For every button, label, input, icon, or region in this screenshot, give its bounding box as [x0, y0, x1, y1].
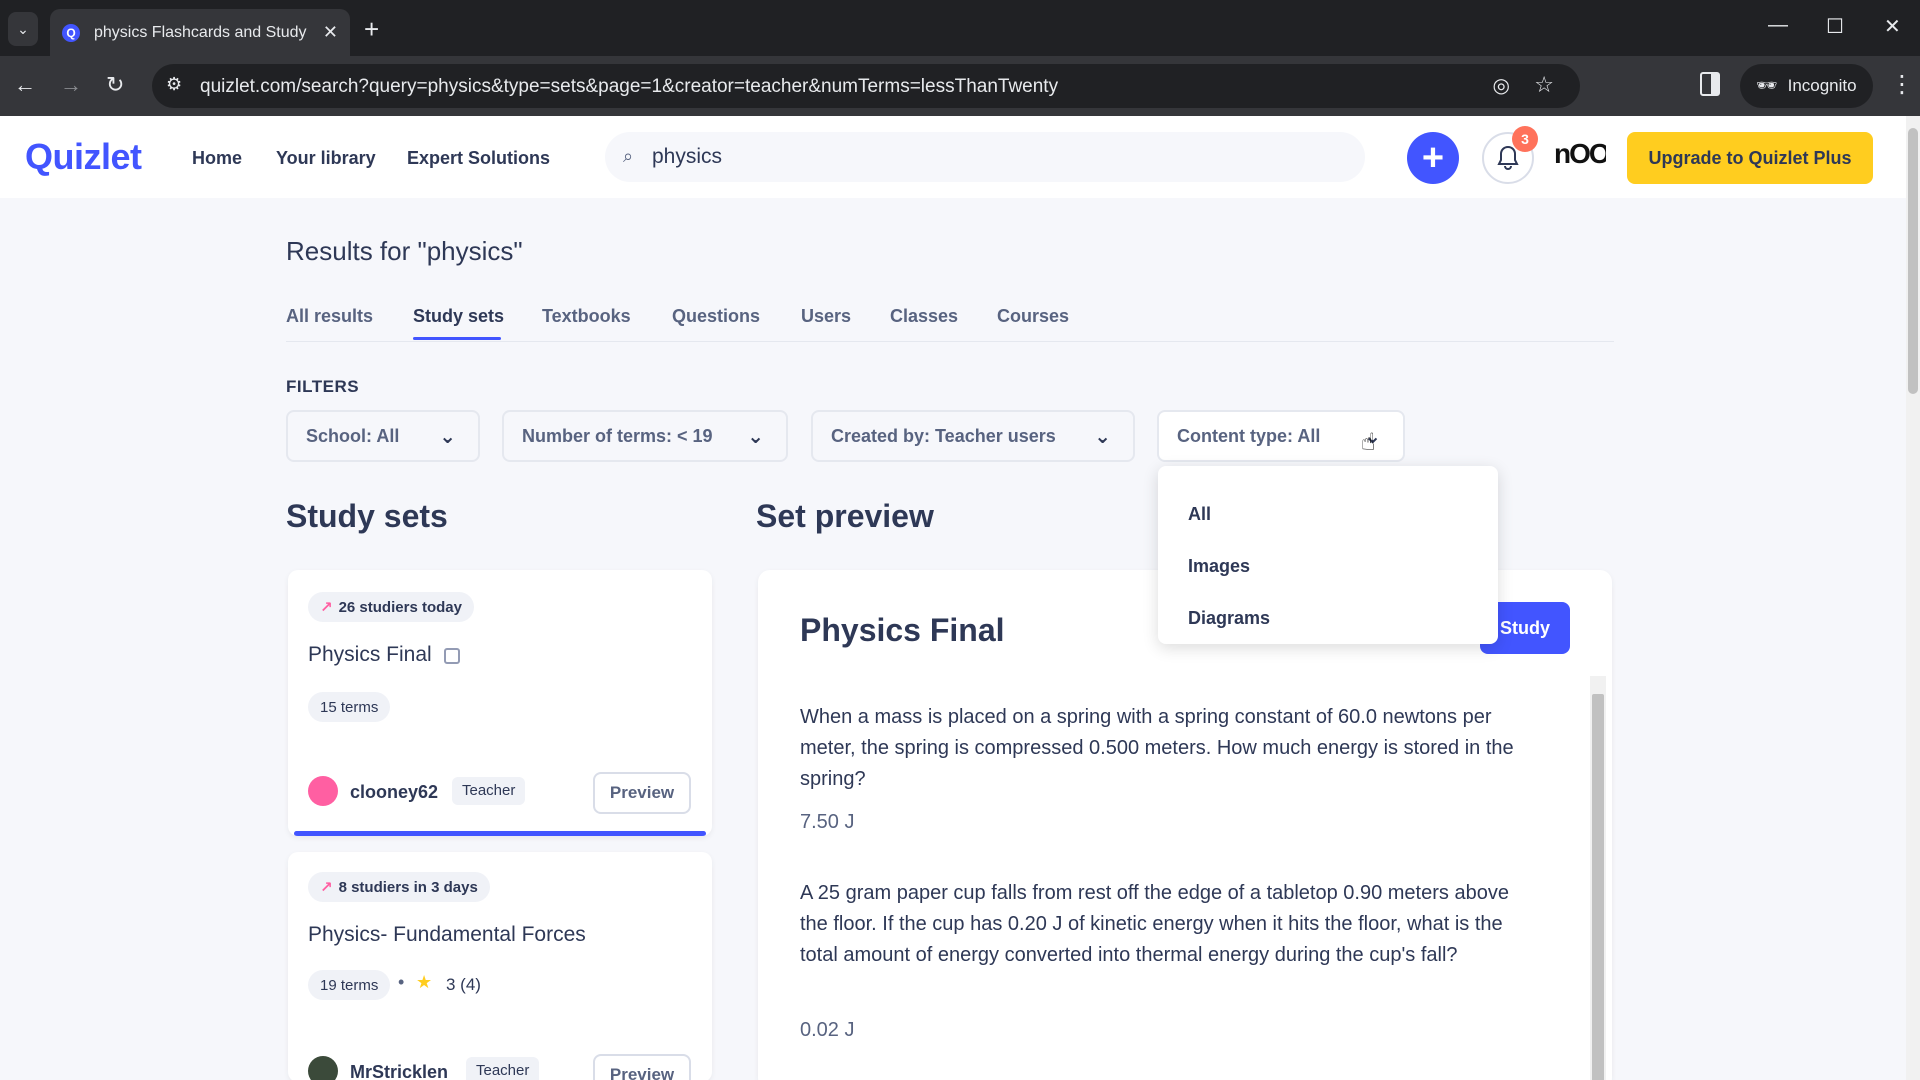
trending-up-icon: ↗ [320, 879, 333, 896]
study-sets-heading: Study sets [286, 498, 448, 534]
preview-term-2: A 25 gram paper cup falls from rest off … [800, 882, 1509, 966]
close-window-icon[interactable]: ✕ [1884, 14, 1901, 39]
creator-username[interactable]: clooney62 [350, 782, 438, 803]
mouse-pointer-icon: ☝ [1361, 429, 1376, 456]
studiers-badge: ↗ 8 studiers in 3 days [308, 872, 490, 902]
image-icon [444, 648, 460, 664]
content-type-dropdown: All Images Diagrams [1158, 466, 1498, 644]
star-icon: ★ [416, 972, 433, 992]
quizlet-logo[interactable]: Quizlet [25, 136, 142, 178]
browser-tab-strip: ⌄ Q physics Flashcards and Study Sets ✕ … [0, 0, 1920, 56]
search-value[interactable]: physics [652, 145, 722, 169]
minimize-icon[interactable]: — [1768, 14, 1788, 37]
tracking-blocked-icon[interactable]: ◎ [1493, 73, 1510, 98]
nav-expert-solutions[interactable]: Expert Solutions [407, 148, 550, 169]
url-text[interactable]: quizlet.com/search?query=physics&type=se… [200, 76, 1058, 98]
created-by-filter-label: Created by: Teacher users [831, 425, 1056, 446]
maximize-icon[interactable]: ☐ [1826, 14, 1844, 39]
role-badge: Teacher [452, 777, 526, 805]
tab-courses[interactable]: Courses [997, 306, 1069, 327]
separator-dot: • [398, 972, 405, 992]
terms-count-badge: 19 terms [308, 970, 391, 1000]
preview-button[interactable]: Preview [593, 772, 691, 814]
tab-classes[interactable]: Classes [890, 306, 958, 327]
preview-button[interactable]: Preview [593, 1054, 691, 1080]
number-of-terms-filter-label: Number of terms: < 19 [522, 425, 713, 446]
content-type-option-all[interactable]: All [1188, 504, 1211, 525]
search-icon: ⌕ [623, 146, 634, 166]
bookmark-star-icon[interactable]: ☆ [1534, 72, 1554, 98]
upgrade-button[interactable]: Upgrade to Quizlet Plus [1627, 132, 1873, 184]
study-set-card-fundamental-forces[interactable]: ↗ 8 studiers in 3 days Physics- Fundamen… [288, 852, 712, 1080]
terms-count-badge: 15 terms [308, 692, 391, 722]
preview-set-title: Physics Final [800, 612, 1005, 648]
set-preview-heading: Set preview [756, 498, 934, 534]
created-by-filter[interactable]: Created by: Teacher users ⌄ [811, 410, 1135, 462]
browser-tab-title: physics Flashcards and Study Sets [94, 23, 309, 41]
tab-all-results[interactable]: All results [286, 306, 373, 327]
trending-up-icon: ↗ [320, 599, 333, 616]
school-filter-label: School: All [306, 425, 400, 446]
number-of-terms-filter[interactable]: Number of terms: < 19 ⌄ [502, 410, 788, 462]
rating-text: 3 (4) [446, 975, 481, 994]
incognito-label: Incognito [1787, 76, 1857, 95]
tab-users[interactable]: Users [801, 306, 851, 327]
studiers-text: 8 studiers in 3 days [338, 878, 478, 896]
content-type-option-diagrams[interactable]: Diagrams [1188, 608, 1270, 629]
preview-definition-1: 7.50 J [800, 811, 855, 833]
nav-your-library[interactable]: Your library [276, 148, 376, 169]
preview-scrollbar-thumb[interactable] [1592, 694, 1604, 1080]
nav-home[interactable]: Home [192, 148, 242, 169]
active-tab-indicator [413, 337, 501, 340]
back-icon[interactable]: ← [14, 71, 36, 99]
chevron-down-icon: ⌄ [1094, 426, 1111, 448]
creator-username[interactable]: MrStricklen [350, 1062, 448, 1080]
school-filter[interactable]: School: All ⌄ [286, 410, 480, 462]
results-title: Results for "physics" [286, 236, 523, 266]
selected-card-indicator [294, 831, 706, 836]
incognito-icon: 🕶 [1756, 76, 1778, 95]
forward-icon[interactable]: → [60, 71, 82, 99]
set-title[interactable]: Physics- Fundamental Forces [308, 923, 586, 947]
studiers-badge: ↗ 26 studiers today [308, 592, 474, 622]
site-info-icon[interactable]: ⚙ [166, 74, 182, 95]
incognito-indicator[interactable]: 🕶 Incognito [1740, 64, 1873, 108]
address-bar[interactable]: ⚙ quizlet.com/search?query=physics&type=… [152, 64, 1580, 108]
tab-questions[interactable]: Questions [672, 306, 760, 327]
browser-menu-icon[interactable]: ⋮ [1890, 70, 1914, 99]
content-type-option-images[interactable]: Images [1188, 556, 1250, 577]
search-input[interactable]: ⌕ physics [605, 132, 1365, 182]
quizlet-favicon-icon: Q [62, 23, 80, 42]
chevron-down-icon: ⌄ [747, 426, 764, 448]
set-title[interactable]: Physics Final [308, 643, 432, 667]
set-preview-panel: Physics Final Study When a mass is place… [758, 570, 1612, 1080]
tab-study-sets[interactable]: Study sets [413, 306, 504, 327]
browser-tab[interactable]: Q physics Flashcards and Study Sets ✕ [50, 9, 350, 56]
new-tab-icon[interactable]: + [364, 14, 379, 44]
user-avatar[interactable]: nOO [1554, 138, 1606, 178]
preview-term-1: When a mass is placed on a spring with a… [800, 706, 1514, 790]
study-set-card-physics-final[interactable]: ↗ 26 studiers today Physics Final 15 ter… [288, 570, 712, 836]
studiers-text: 26 studiers today [338, 598, 462, 616]
role-badge: Teacher [466, 1057, 540, 1080]
preview-definition-2: 0.02 J [800, 1019, 855, 1041]
tab-list-button[interactable]: ⌄ [8, 12, 38, 46]
page-scrollbar-thumb[interactable] [1908, 128, 1918, 394]
avatar[interactable] [308, 776, 338, 806]
side-panel-icon[interactable] [1700, 72, 1720, 96]
browser-toolbar: ← → ↻ ⚙ quizlet.com/search?query=physics… [0, 56, 1920, 116]
create-button[interactable]: + [1407, 132, 1459, 184]
avatar[interactable] [308, 1056, 338, 1080]
site-header: Quizlet Home Your library Expert Solutio… [0, 116, 1906, 198]
chevron-down-icon: ⌄ [439, 426, 456, 448]
chevron-down-icon: ⌄ [17, 20, 29, 37]
content-type-filter-label: Content type: All [1177, 425, 1321, 446]
close-tab-icon[interactable]: ✕ [323, 22, 338, 43]
notification-badge: 3 [1512, 126, 1538, 152]
filters-label: FILTERS [286, 377, 360, 396]
reload-icon[interactable]: ↻ [106, 71, 124, 99]
tab-textbooks[interactable]: Textbooks [542, 306, 631, 327]
